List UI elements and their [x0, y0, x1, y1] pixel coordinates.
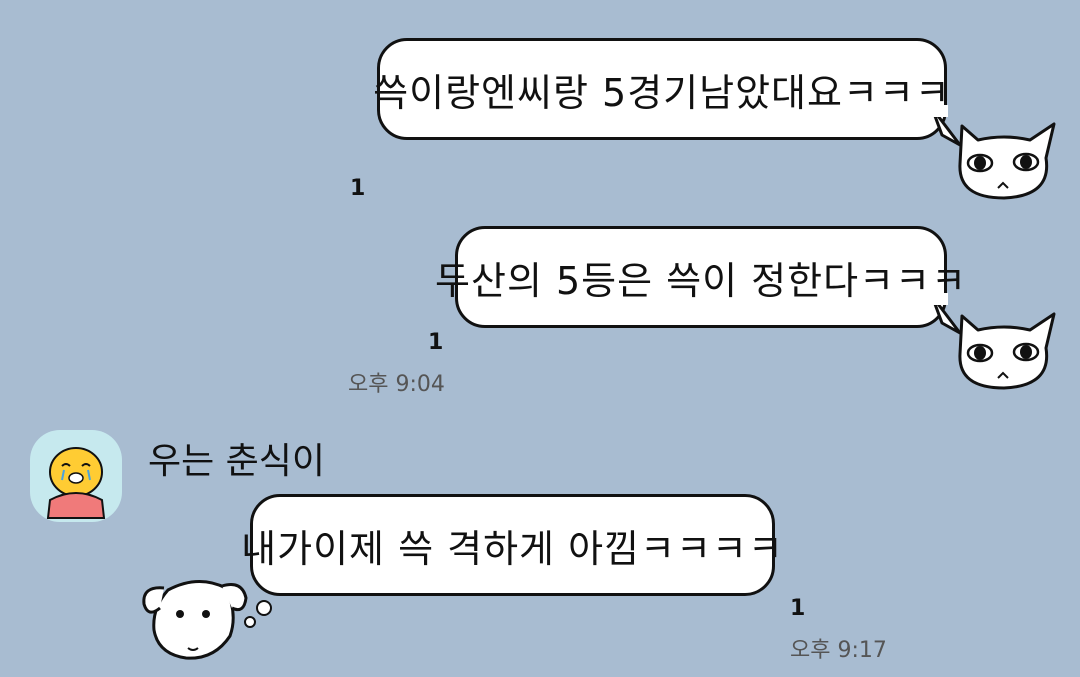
- message-text: 쓱이랑엔씨랑 5경기남았대요ㅋㅋㅋ: [373, 70, 951, 115]
- unread-count: 1: [790, 596, 806, 621]
- message-timestamp: 오후 9:04: [348, 372, 445, 397]
- message-bubble[interactable]: 두산의 5등은 쓱이 정한다ㅋㅋㅋ: [435, 226, 966, 328]
- message-text: 두산의 5등은 쓱이 정한다ㅋㅋㅋ: [435, 258, 967, 303]
- unread-count: 1: [350, 176, 366, 201]
- crying-chunsik-icon: [46, 447, 106, 519]
- avatar[interactable]: [30, 430, 122, 522]
- sender-name: 우는 춘식이: [148, 441, 326, 482]
- unread-count: 1: [428, 330, 444, 355]
- cat-sticker-icon: [958, 312, 1056, 390]
- dog-sticker-icon: [142, 580, 272, 660]
- cat-sticker-icon: [958, 122, 1056, 200]
- message-bubble[interactable]: 내가이제 쓱 격하게 아낌ㅋㅋㅋㅋ: [241, 494, 783, 596]
- message-text: 내가이제 쓱 격하게 아낌ㅋㅋㅋㅋ: [241, 526, 784, 571]
- message-bubble[interactable]: 쓱이랑엔씨랑 5경기남았대요ㅋㅋㅋ: [373, 38, 950, 140]
- message-timestamp: 오후 9:17: [790, 638, 887, 663]
